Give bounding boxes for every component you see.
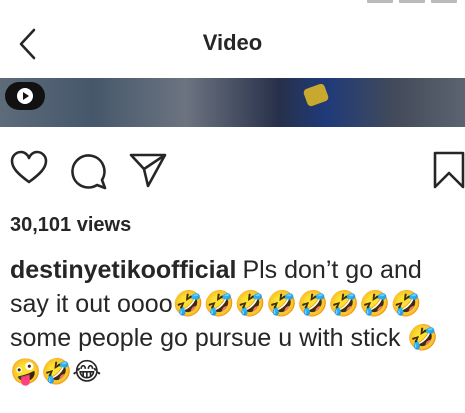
save-button[interactable] xyxy=(432,150,465,190)
top-bar: Video xyxy=(0,8,465,78)
like-button[interactable] xyxy=(10,150,48,186)
battery-icon xyxy=(431,0,457,3)
video-frame-detail xyxy=(302,82,330,108)
play-button[interactable] xyxy=(5,82,45,110)
share-button[interactable] xyxy=(128,150,168,190)
page-title: Video xyxy=(202,30,263,55)
paper-plane-icon xyxy=(129,153,167,188)
comment-button[interactable] xyxy=(69,150,109,190)
views-count: 30,101 views xyxy=(10,214,132,236)
comment-bubble-icon xyxy=(71,154,107,190)
heart-outline-icon xyxy=(10,150,48,184)
signal-icon xyxy=(399,0,425,3)
post-caption: destinyetikoofficial Pls don’t go and say… xyxy=(10,253,460,389)
play-icon xyxy=(17,88,33,104)
video-player[interactable] xyxy=(0,78,465,127)
status-icons xyxy=(367,0,457,3)
status-bar xyxy=(0,0,465,8)
signal-icon xyxy=(367,0,393,3)
action-bar xyxy=(0,150,465,194)
bookmark-icon xyxy=(433,151,465,189)
username-link[interactable]: destinyetikoofficial xyxy=(10,256,236,284)
